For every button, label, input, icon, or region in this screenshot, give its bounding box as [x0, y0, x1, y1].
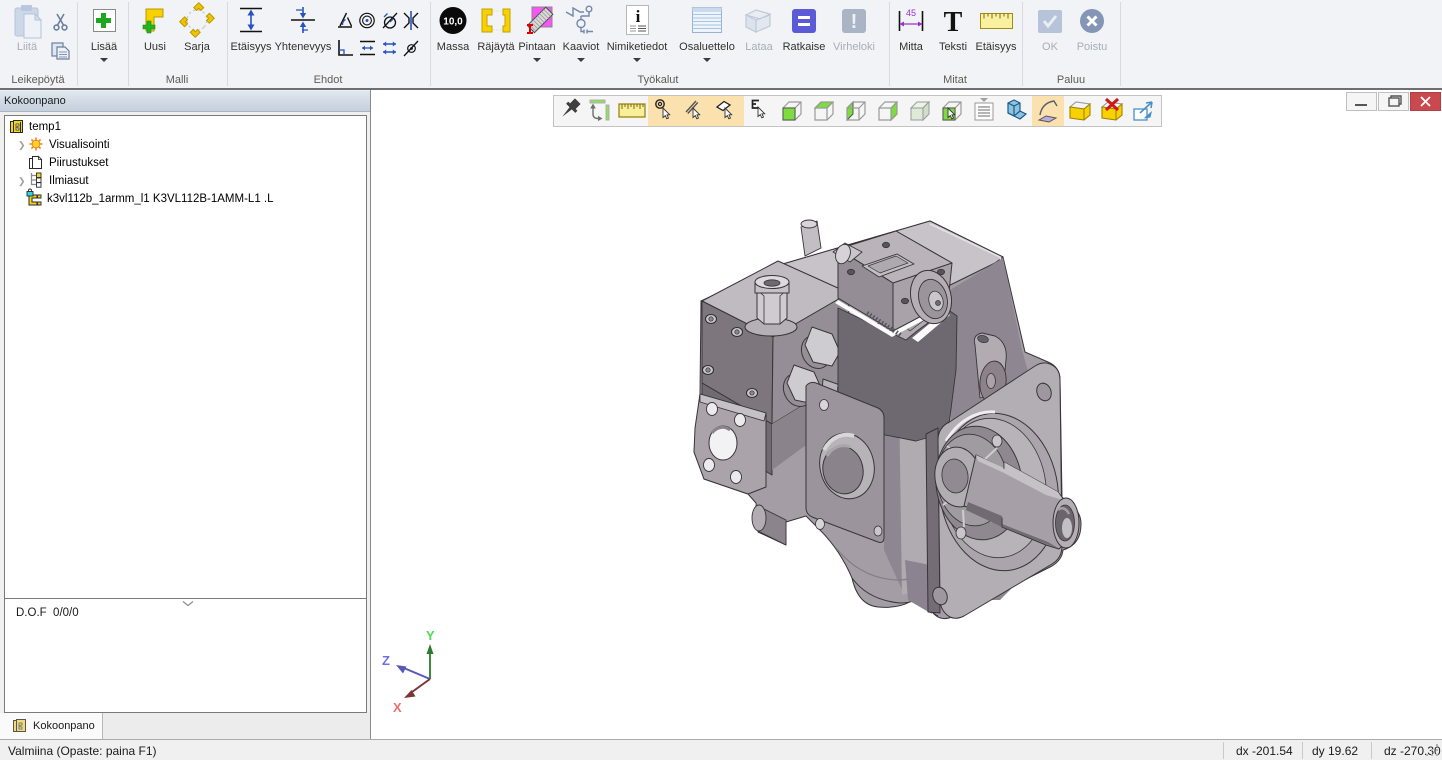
svg-text:i: i [636, 7, 641, 26]
svg-text:Z: Z [382, 653, 390, 668]
svg-text:T: T [944, 7, 963, 38]
svg-text:10,0: 10,0 [443, 17, 463, 28]
svg-text:!: ! [851, 11, 858, 33]
svg-text:45: 45 [906, 8, 916, 18]
svg-text:Y: Y [426, 628, 435, 643]
svg-text:X: X [393, 700, 402, 715]
